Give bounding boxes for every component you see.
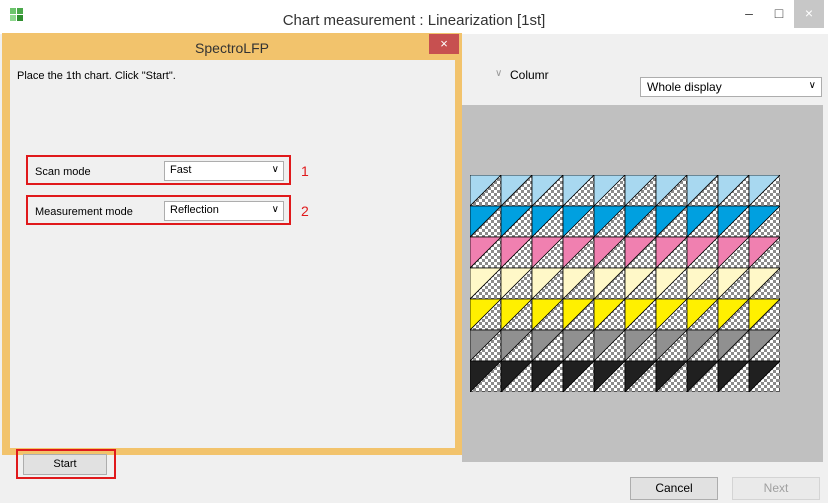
- scan-mode-value: Fast: [170, 164, 192, 176]
- scan-mode-row: Scan mode Fast ∨: [26, 155, 291, 185]
- chevron-down-icon: ∨: [808, 80, 816, 91]
- measurement-mode-row: Measurement mode Reflection ∨: [26, 195, 291, 225]
- instruction-text: Place the 1th chart. Click "Start".: [17, 70, 176, 82]
- scan-mode-label: Scan mode: [35, 166, 91, 178]
- marker-1: 1: [301, 163, 309, 179]
- next-button[interactable]: Next: [732, 477, 820, 500]
- chart-patch-grid: [470, 175, 780, 392]
- dialog-body: Place the 1th chart. Click "Start". Scan…: [10, 60, 455, 479]
- measurement-mode-value: Reflection: [170, 204, 219, 216]
- measurement-mode-select[interactable]: Reflection ∨: [164, 201, 284, 221]
- display-select-value: Whole display: [647, 80, 722, 94]
- start-highlight: Start: [16, 449, 116, 479]
- start-button[interactable]: Start: [23, 454, 107, 475]
- window-title: Chart measurement : Linearization [1st]: [282, 12, 546, 29]
- spectrolfp-dialog: SpectroLFP × Place the 1th chart. Click …: [2, 33, 462, 479]
- chevron-down-icon: ∨: [271, 164, 279, 175]
- maximize-button[interactable]: □: [764, 0, 794, 28]
- measurement-mode-label: Measurement mode: [35, 206, 133, 218]
- window-close-button[interactable]: ×: [794, 0, 824, 28]
- marker-2: 2: [301, 203, 309, 219]
- cancel-button[interactable]: Cancel: [630, 477, 718, 500]
- display-select[interactable]: Whole display ∨: [640, 77, 822, 97]
- chevron-down-icon: ∨: [271, 204, 279, 215]
- main-titlebar: Chart measurement : Linearization [1st] …: [0, 0, 828, 34]
- column-label: Columr: [510, 68, 549, 82]
- row-select-arrow-icon[interactable]: ∨: [462, 65, 502, 85]
- dialog-title: SpectroLFP: [195, 40, 269, 56]
- dialog-close-button[interactable]: ×: [429, 34, 459, 54]
- minimize-button[interactable]: –: [734, 0, 764, 28]
- scan-mode-select[interactable]: Fast ∨: [164, 161, 284, 181]
